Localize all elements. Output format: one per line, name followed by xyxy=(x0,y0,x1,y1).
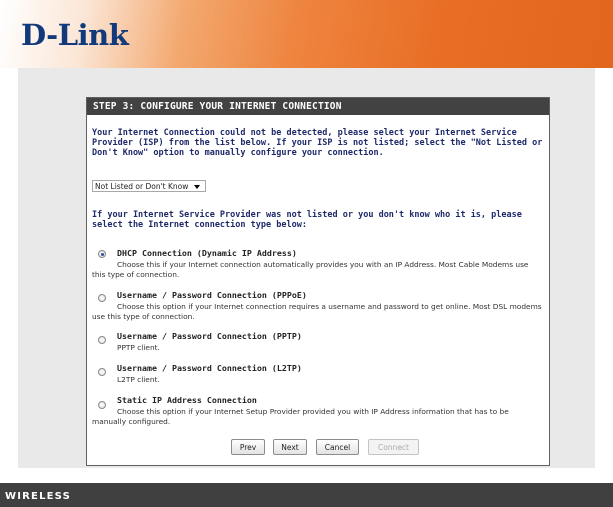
dropdown-arrow-icon xyxy=(194,185,200,189)
option-description: Choose this if your Internet connection … xyxy=(92,260,529,279)
footer-wireless-label: WIRELESS xyxy=(5,491,72,502)
option-title: DHCP Connection (Dynamic IP Address) xyxy=(117,248,297,258)
option-title: Username / Password Connection (PPPoE) xyxy=(117,290,307,300)
radio-pppoe[interactable] xyxy=(98,294,106,302)
isp-dropdown[interactable]: Not Listed or Don't Know xyxy=(92,180,206,192)
option-title: Static IP Address Connection xyxy=(117,395,257,405)
footer-bar: WIRELESS xyxy=(0,483,613,507)
next-button[interactable]: Next xyxy=(273,439,307,455)
isp-dropdown-value: Not Listed or Don't Know xyxy=(95,182,189,191)
option-title: Username / Password Connection (L2TP) xyxy=(117,363,302,373)
option-description: Choose this option if your Internet Setu… xyxy=(92,407,509,426)
radio-l2tp[interactable] xyxy=(98,368,106,376)
button-row: Prev Next Cancel Connect xyxy=(87,439,549,459)
option-description: PPTP client. xyxy=(117,343,160,352)
wizard-box: STEP 3: CONFIGURE YOUR INTERNET CONNECTI… xyxy=(86,97,550,466)
option-description: Choose this option if your Internet conn… xyxy=(92,302,542,321)
connection-type-prompt: If your Internet Service Provider was no… xyxy=(92,210,522,230)
connect-button[interactable]: Connect xyxy=(368,439,419,455)
radio-dhcp[interactable] xyxy=(98,250,106,258)
step-title: STEP 3: CONFIGURE YOUR INTERNET CONNECTI… xyxy=(87,98,549,115)
dlink-logo: D-Link xyxy=(21,18,129,52)
radio-pptp[interactable] xyxy=(98,336,106,344)
header-banner: D-Link xyxy=(0,0,613,68)
option-title: Username / Password Connection (PPTP) xyxy=(117,331,302,341)
prev-button[interactable]: Prev xyxy=(231,439,265,455)
cancel-button[interactable]: Cancel xyxy=(316,439,359,455)
intro-text: Your Internet Connection could not be de… xyxy=(92,128,543,158)
option-description: L2TP client. xyxy=(117,375,160,384)
